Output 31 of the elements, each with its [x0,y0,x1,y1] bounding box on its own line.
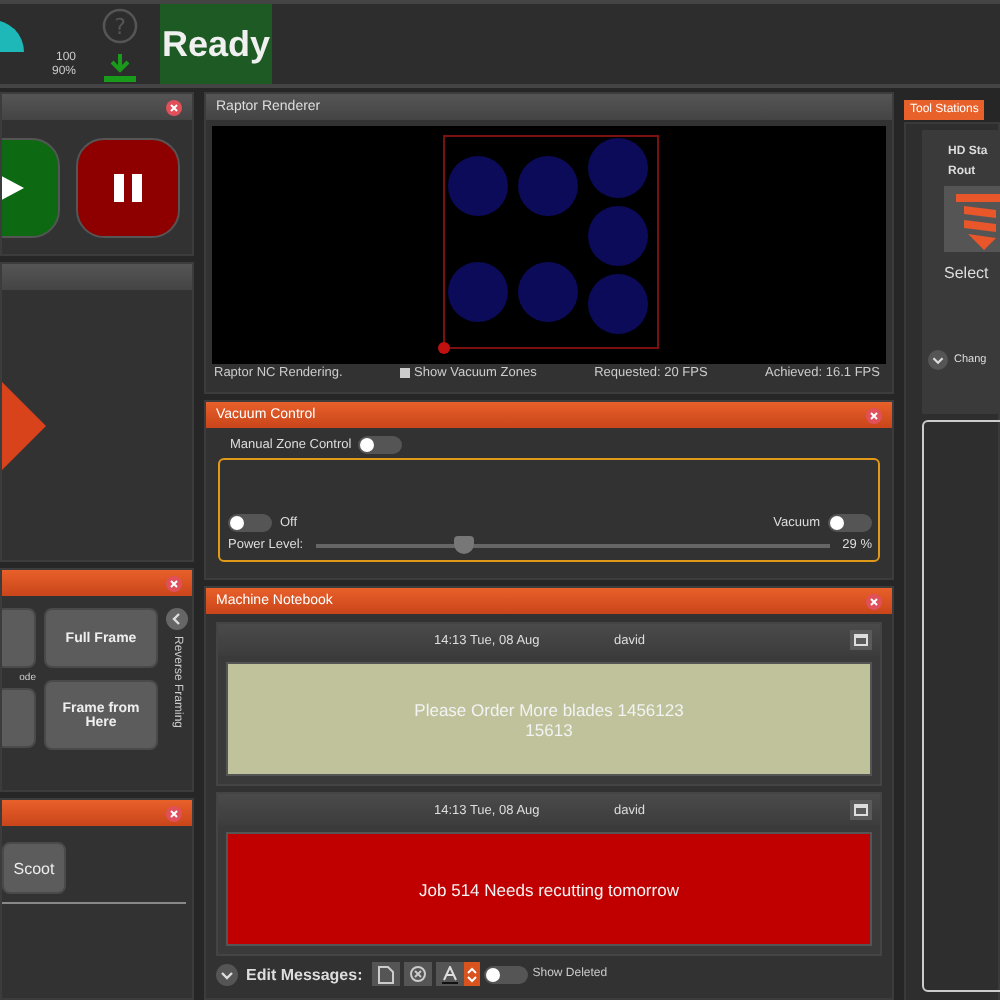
pump-toggle[interactable] [228,514,272,532]
message-text: Job 514 Needs recutting tomorrow [419,879,679,899]
edit-messages-label: Edit Messages: [246,965,363,983]
close-icon[interactable] [166,575,182,591]
new-note-button[interactable] [372,962,401,986]
machine-status: Ready [160,4,272,84]
close-icon[interactable] [866,407,882,423]
delete-button[interactable] [404,962,433,986]
color-stepper-button[interactable] [464,962,481,986]
vacuum-toggle[interactable] [828,514,872,532]
chevron-down-icon[interactable] [216,963,238,985]
text-color-button[interactable] [436,962,465,986]
slider-thumb[interactable] [454,535,475,553]
pause-icon [110,169,146,205]
scoot-button[interactable]: Scoot [2,842,66,894]
download-icon[interactable] [104,53,136,81]
origin-marker [438,342,450,354]
router-bit-icon [944,186,1000,252]
chevron-down-icon[interactable] [928,350,948,370]
show-deleted-toggle[interactable] [484,965,529,983]
close-icon[interactable] [866,593,882,609]
maximize-icon[interactable] [850,800,872,820]
maximize-icon[interactable] [850,630,872,650]
arrow-icon [2,381,46,469]
close-icon[interactable] [166,805,182,821]
manual-zone-toggle[interactable] [357,436,402,454]
close-icon[interactable] [166,99,182,115]
select-label: Select [944,264,989,282]
message-text: Please Order More blades 1456123 15613 [412,699,686,739]
pause-button[interactable] [76,137,180,237]
collapse-icon[interactable] [166,608,188,630]
